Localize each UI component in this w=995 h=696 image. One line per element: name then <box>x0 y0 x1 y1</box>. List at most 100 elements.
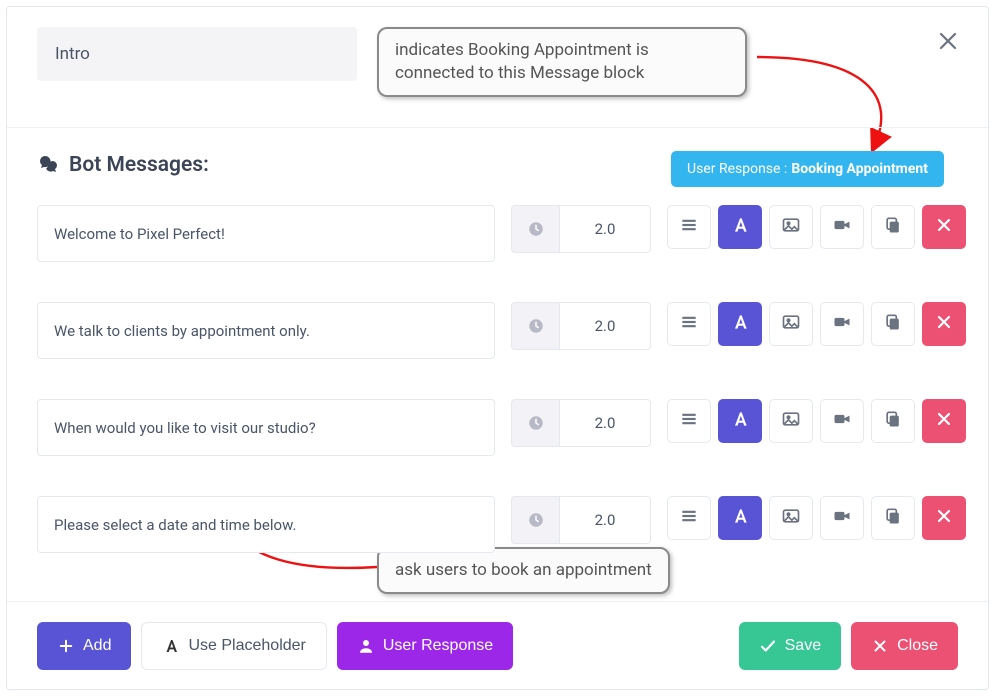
close-icon <box>871 637 889 655</box>
close-icon <box>934 506 954 530</box>
drag-handle-button[interactable] <box>667 399 711 443</box>
add-button[interactable]: Add <box>37 622 131 670</box>
video-icon <box>832 506 852 530</box>
image-icon <box>781 312 801 336</box>
image-icon <box>781 215 801 239</box>
close-icon <box>934 409 954 433</box>
delay-input[interactable] <box>559 399 651 447</box>
image-type-button[interactable] <box>769 496 813 540</box>
copy-button[interactable] <box>871 302 915 346</box>
message-text-input[interactable] <box>37 399 495 456</box>
message-block-editor-modal: indicates Booking Appointment is connect… <box>6 6 989 690</box>
video-type-button[interactable] <box>820 205 864 249</box>
close-button[interactable]: Close <box>851 622 958 670</box>
video-type-button[interactable] <box>820 496 864 540</box>
user-response-badge-label: User Response : <box>687 161 787 177</box>
delete-button[interactable] <box>922 399 966 443</box>
copy-icon <box>883 506 903 530</box>
user-response-button[interactable]: User Response <box>337 622 513 670</box>
delay-field <box>511 496 651 544</box>
drag-handle-button[interactable] <box>667 205 711 249</box>
drag-handle-icon <box>679 506 699 530</box>
image-type-button[interactable] <box>769 205 813 249</box>
message-row <box>37 302 965 359</box>
user-response-label: User Response <box>383 637 493 655</box>
video-icon <box>832 215 852 239</box>
close-icon <box>934 312 954 336</box>
footer-toolbar: Add Use Placeholder User Response Save C… <box>7 601 988 689</box>
text-format-icon <box>730 312 750 336</box>
drag-handle-icon <box>679 312 699 336</box>
message-toolbar <box>667 496 966 544</box>
text-type-button[interactable] <box>718 399 762 443</box>
drag-handle-icon <box>679 409 699 433</box>
plus-icon <box>57 637 75 655</box>
modal-close-button[interactable] <box>936 29 960 53</box>
message-toolbar <box>667 302 966 350</box>
user-response-badge-value: Booking Appointment <box>791 161 928 177</box>
save-button[interactable]: Save <box>739 622 841 670</box>
clock-icon <box>511 496 559 544</box>
drag-handle-button[interactable] <box>667 496 711 540</box>
bot-messages-heading: Bot Messages: <box>37 153 209 177</box>
bot-messages-heading-text: Bot Messages: <box>69 153 209 177</box>
image-type-button[interactable] <box>769 302 813 346</box>
clock-icon <box>511 399 559 447</box>
image-type-button[interactable] <box>769 399 813 443</box>
text-type-button[interactable] <box>718 496 762 540</box>
copy-icon <box>883 409 903 433</box>
text-format-icon <box>730 409 750 433</box>
message-toolbar <box>667 205 966 253</box>
delay-input[interactable] <box>559 302 651 350</box>
user-response-badge[interactable]: User Response : Booking Appointment <box>671 151 944 187</box>
message-row <box>37 205 965 262</box>
delay-input[interactable] <box>559 205 651 253</box>
copy-icon <box>883 312 903 336</box>
clock-icon <box>511 302 559 350</box>
close-icon <box>936 38 960 57</box>
copy-icon <box>883 215 903 239</box>
image-icon <box>781 506 801 530</box>
use-placeholder-label: Use Placeholder <box>188 637 305 655</box>
video-type-button[interactable] <box>820 302 864 346</box>
drag-handle-button[interactable] <box>667 302 711 346</box>
delete-button[interactable] <box>922 496 966 540</box>
delete-button[interactable] <box>922 302 966 346</box>
copy-button[interactable] <box>871 205 915 249</box>
message-text-input[interactable] <box>37 302 495 359</box>
copy-button[interactable] <box>871 496 915 540</box>
text-type-button[interactable] <box>718 302 762 346</box>
bot-messages-list <box>37 205 965 593</box>
annotation-top: indicates Booking Appointment is connect… <box>377 27 747 97</box>
copy-button[interactable] <box>871 399 915 443</box>
close-button-label: Close <box>897 637 938 655</box>
clock-icon <box>511 205 559 253</box>
save-button-label: Save <box>785 637 821 655</box>
drag-handle-icon <box>679 215 699 239</box>
message-toolbar <box>667 399 966 447</box>
message-text-input[interactable] <box>37 496 495 553</box>
add-button-label: Add <box>83 637 111 655</box>
header-divider <box>7 127 988 128</box>
delay-field <box>511 205 651 253</box>
video-icon <box>832 312 852 336</box>
check-icon <box>759 637 777 655</box>
text-format-icon <box>730 506 750 530</box>
font-icon <box>162 637 180 655</box>
image-icon <box>781 409 801 433</box>
delay-input[interactable] <box>559 496 651 544</box>
video-type-button[interactable] <box>820 399 864 443</box>
use-placeholder-button[interactable]: Use Placeholder <box>141 622 326 670</box>
delete-button[interactable] <box>922 205 966 249</box>
user-icon <box>357 637 375 655</box>
text-type-button[interactable] <box>718 205 762 249</box>
video-icon <box>832 409 852 433</box>
message-text-input[interactable] <box>37 205 495 262</box>
delay-field <box>511 399 651 447</box>
delay-field <box>511 302 651 350</box>
block-title-input[interactable] <box>37 27 357 81</box>
message-row <box>37 496 965 553</box>
close-icon <box>934 215 954 239</box>
message-row <box>37 399 965 456</box>
chat-icon <box>37 153 61 177</box>
